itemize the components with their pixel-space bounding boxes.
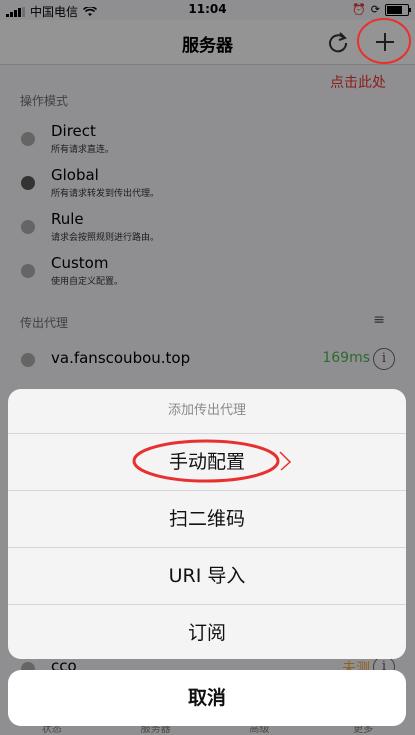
annotation-circle-plus — [357, 18, 411, 64]
annotation-scribble — [279, 451, 292, 471]
annotation-circle-manual — [132, 439, 280, 483]
annotation-overlay — [132, 18, 411, 483]
